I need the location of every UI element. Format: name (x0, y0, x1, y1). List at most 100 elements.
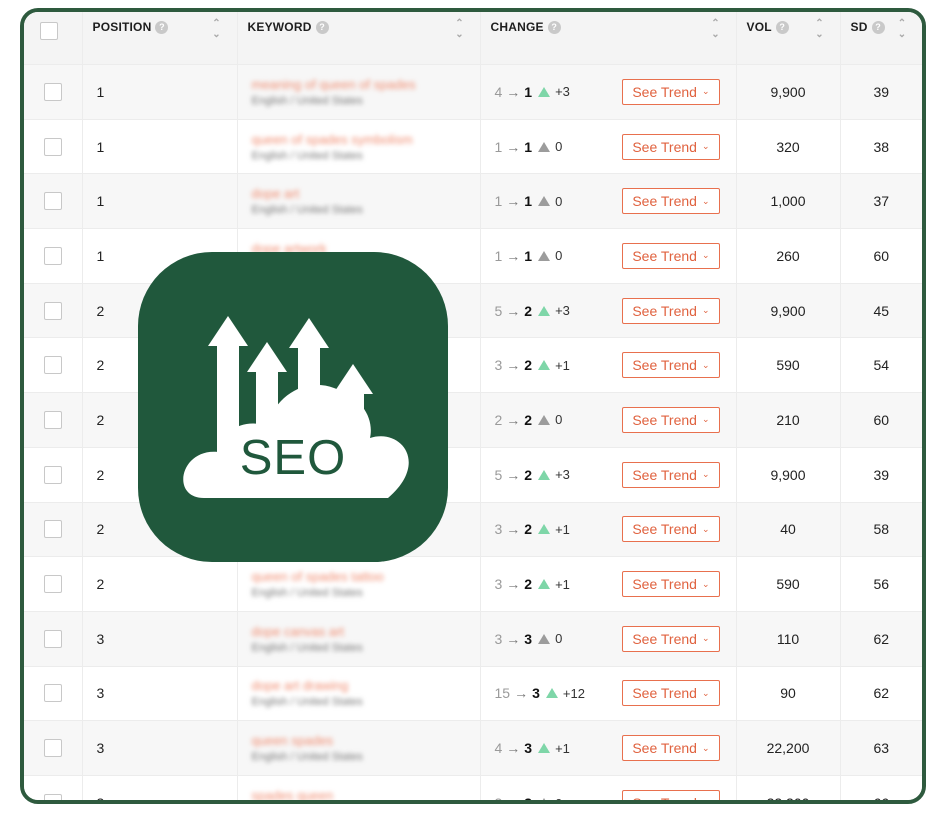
see-trend-button[interactable]: See Trend ⌄ (622, 625, 720, 652)
previous-position: 3 (494, 521, 503, 538)
row-select-cell (24, 556, 83, 612)
position-value: 2 (96, 521, 105, 538)
change-delta: +1 (555, 357, 570, 373)
sd-cell: 60 (840, 392, 922, 448)
previous-position: 15 (494, 685, 511, 702)
see-trend-label: See Trend (632, 302, 697, 319)
sort-icon[interactable]: ⌃ ⌄ (710, 18, 722, 42)
row-checkbox[interactable] (44, 684, 62, 703)
row-checkbox[interactable] (44, 465, 62, 484)
previous-position: 3 (494, 357, 503, 374)
see-trend-button[interactable]: See Trend ⌄ (622, 790, 720, 800)
see-trend-button[interactable]: See Trend ⌄ (622, 352, 720, 379)
sort-icon[interactable]: ⌃ ⌄ (814, 18, 826, 42)
position-cell: 3 (82, 665, 238, 721)
chevron-down-icon: ⌄ (701, 633, 710, 644)
row-checkbox[interactable] (44, 137, 62, 156)
see-trend-button[interactable]: See Trend ⌄ (622, 680, 720, 707)
help-icon[interactable]: ? (155, 21, 169, 35)
column-header-position[interactable]: POSITION? ⌃ ⌄ (82, 12, 238, 65)
keyword-link[interactable]: meaning of queen of spades (252, 77, 466, 92)
keyword-link[interactable]: queen spades (252, 733, 466, 748)
keyword-link[interactable]: queen of spades tattoo (252, 569, 466, 584)
keyword-cell: meaning of queen of spades English / Uni… (237, 64, 481, 120)
chevron-down-icon: ⌄ (701, 742, 710, 753)
change-delta: 0 (555, 193, 563, 209)
row-select-cell (24, 665, 83, 721)
see-trend-button[interactable]: See Trend ⌄ (622, 735, 720, 762)
see-trend-button[interactable]: See Trend ⌄ (622, 133, 720, 160)
keyword-link[interactable]: dope art (252, 186, 466, 201)
see-trend-label: See Trend (632, 193, 697, 210)
sd-value: 60 (873, 411, 890, 428)
see-trend-button[interactable]: See Trend ⌄ (622, 516, 720, 543)
seo-badge: SEO (138, 252, 448, 562)
row-checkbox[interactable] (44, 739, 62, 758)
keyword-link[interactable]: dope art drawing (252, 678, 466, 693)
sort-icon[interactable]: ⌃ ⌄ (211, 18, 223, 42)
volume-value: 210 (776, 411, 800, 428)
row-checkbox[interactable] (44, 301, 62, 320)
see-trend-button[interactable]: See Trend ⌄ (622, 406, 720, 433)
row-checkbox[interactable] (44, 246, 62, 265)
sd-cell: 62 (840, 665, 922, 721)
volume-cell: 9,900 (736, 446, 841, 502)
change-delta: 0 (555, 412, 563, 428)
triangle-up-icon (538, 86, 551, 97)
row-checkbox[interactable] (44, 629, 62, 648)
volume-cell: 9,900 (736, 64, 841, 120)
change-cell: 1 → 1 0 See Trend ⌄ (480, 173, 737, 229)
sd-cell: 37 (840, 173, 922, 229)
sort-icon[interactable]: ⌃ ⌄ (454, 18, 466, 42)
see-trend-label: See Trend (632, 357, 697, 374)
row-select-cell (24, 720, 83, 776)
sort-icon[interactable]: ⌃ ⌄ (896, 18, 908, 42)
select-all-checkbox[interactable] (40, 22, 58, 40)
see-trend-button[interactable]: See Trend ⌄ (622, 571, 720, 598)
column-header-sd[interactable]: SD? ⌃ ⌄ (840, 12, 922, 65)
keyword-locale: English / United States (251, 696, 363, 709)
help-icon[interactable]: ? (871, 21, 885, 35)
see-trend-label: See Trend (632, 247, 697, 264)
row-checkbox[interactable] (44, 794, 62, 800)
column-header-change[interactable]: CHANGE? ⌃ ⌄ (480, 12, 737, 65)
change-delta: +3 (555, 303, 570, 319)
row-checkbox[interactable] (44, 575, 62, 594)
see-trend-label: See Trend (632, 630, 697, 647)
column-header-keyword[interactable]: KEYWORD? ⌃ ⌄ (237, 12, 481, 65)
row-checkbox[interactable] (44, 82, 62, 101)
right-arrow-icon: → (514, 685, 529, 702)
row-select-cell (24, 501, 83, 557)
column-header-vol[interactable]: VOL? ⌃ ⌄ (736, 12, 841, 65)
row-checkbox[interactable] (44, 520, 62, 539)
help-icon[interactable]: ? (547, 21, 561, 35)
help-icon[interactable]: ? (775, 21, 789, 35)
column-header-label: CHANGE (490, 20, 544, 34)
row-checkbox[interactable] (44, 192, 62, 211)
see-trend-button[interactable]: See Trend ⌄ (622, 242, 720, 269)
keyword-cell: queen spades English / United States (237, 720, 481, 776)
see-trend-button[interactable]: See Trend ⌄ (622, 461, 720, 488)
see-trend-button[interactable]: See Trend ⌄ (622, 188, 720, 215)
chevron-down-icon: ⌄ (701, 86, 710, 97)
position-value: 1 (96, 138, 105, 155)
row-checkbox[interactable] (44, 410, 62, 429)
cloud-with-rising-arrows-icon (183, 316, 409, 498)
sd-value: 60 (873, 247, 890, 264)
keyword-link[interactable]: spades queen (252, 788, 466, 800)
chevron-down-icon: ⌄ (701, 250, 710, 261)
volume-cell: 320 (736, 118, 841, 174)
volume-value: 110 (776, 630, 800, 647)
see-trend-button[interactable]: See Trend ⌄ (622, 78, 720, 105)
position-value: 2 (96, 466, 105, 483)
see-trend-button[interactable]: See Trend ⌄ (622, 297, 720, 324)
chevron-down-icon: ⌄ (701, 687, 710, 698)
row-checkbox[interactable] (44, 356, 62, 375)
keyword-cell: dope art English / United States (237, 173, 481, 229)
keyword-link[interactable]: dope canvas art (252, 624, 466, 639)
help-icon[interactable]: ? (315, 21, 329, 35)
sd-cell: 62 (840, 610, 922, 667)
current-position: 2 (524, 411, 533, 428)
previous-position: 3 (494, 630, 503, 647)
keyword-link[interactable]: queen of spades symbolism (252, 132, 466, 147)
